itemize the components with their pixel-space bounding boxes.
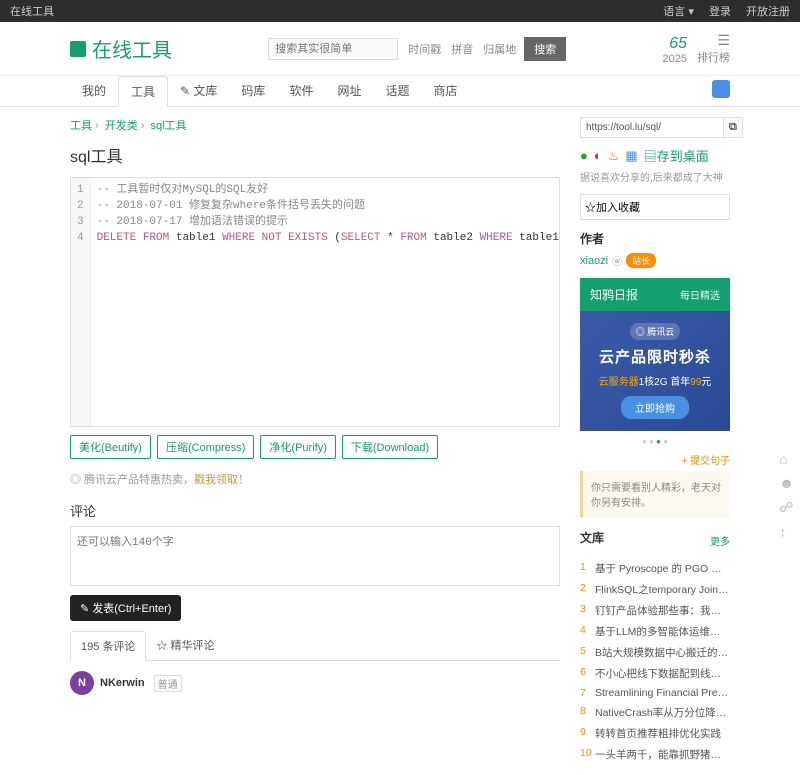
lang-menu[interactable]: 语言 ▾	[663, 6, 694, 18]
library-item[interactable]: 10一头羊两千，能靠抓野猪暴富吗	[580, 744, 730, 765]
purify-button[interactable]: 净化(Purify)	[260, 435, 335, 459]
page-title: sql工具	[70, 143, 560, 167]
library-item[interactable]: 3钉钉产品体验那些事：我们没有写好的...	[580, 600, 730, 621]
nav-topics[interactable]: 话题	[373, 76, 421, 106]
author-badge: 站长	[626, 253, 656, 268]
tool-count: 65	[663, 35, 687, 53]
comments-title: 评论	[70, 501, 560, 520]
weibo-icon[interactable]: ◐	[594, 148, 602, 163]
comment-textarea[interactable]	[70, 526, 560, 586]
quick-link-location[interactable]: 归属地	[483, 41, 516, 57]
nav-mine[interactable]: 我的	[70, 76, 118, 106]
beautify-button[interactable]: 美化(Beutify)	[70, 435, 151, 459]
nav-tools[interactable]: 工具	[118, 76, 168, 107]
float-wechat-icon[interactable]: ☻	[779, 475, 794, 491]
library-item[interactable]: 8NativeCrash率从万分位降到十万分位...	[580, 702, 730, 723]
library-item[interactable]: 9转转首页推荐粗排优化实践	[580, 723, 730, 744]
library-item[interactable]: 4基于LLM的多智能体运维故障根因分析	[580, 621, 730, 642]
author-title: 作者	[580, 230, 730, 247]
hot-icon[interactable]: ♨	[608, 148, 620, 164]
ad-banner[interactable]: ◎ 腾讯云 云产品限时秒杀 云服务器1核2G 首年99元 立即抢购	[580, 311, 730, 431]
nav-sites[interactable]: 网址	[325, 76, 373, 106]
favorite-button[interactable]: ☆加入收藏	[580, 194, 730, 220]
code-content[interactable]: -- 工具暂时仅对MySQL的SQL友好 -- 2018-07-01 修复复杂w…	[91, 178, 559, 426]
library-item[interactable]: 1基于 Pyroscope 的 PGO 最佳实践	[580, 558, 730, 579]
ad-button[interactable]: 立即抢购	[621, 396, 689, 419]
float-home-icon[interactable]: ⌂	[779, 451, 794, 467]
logo[interactable]: 在线工具	[70, 34, 172, 63]
register-link[interactable]: 开放注册	[746, 6, 790, 18]
user-badge: 普通	[154, 675, 182, 692]
search-button[interactable]: 搜索	[524, 37, 566, 61]
nav-library[interactable]: ✎ 文库	[168, 76, 229, 106]
comment-username[interactable]: NKerwin	[100, 677, 145, 689]
copy-button[interactable]: ⧉	[724, 117, 743, 138]
login-link[interactable]: 登录	[709, 6, 731, 18]
line-gutter: 1234	[71, 178, 91, 426]
site-name: 在线工具	[10, 3, 54, 19]
comment-tab-all[interactable]: 195 条评论	[70, 631, 146, 661]
quick-link-timestamp[interactable]: 时间戳	[408, 41, 441, 57]
promo-text: ◎ 腾讯云产品特惠热卖，戳我领取！	[70, 471, 560, 487]
wiki-icon: ⓦ	[612, 253, 622, 268]
rank-label[interactable]: 排行榜	[697, 49, 730, 65]
comment-row: N NKerwin 普通	[70, 671, 560, 695]
library-title: 文库	[580, 529, 604, 546]
avatar[interactable]: N	[70, 671, 94, 695]
float-top-icon[interactable]: ↑	[779, 524, 794, 540]
save-desktop[interactable]: ▤存到桌面	[644, 146, 709, 165]
carousel-dots[interactable]: ● ● ● ●	[580, 431, 730, 452]
promo-link[interactable]: 戳我领取	[194, 474, 238, 486]
submit-sentence[interactable]: + 提交句子	[580, 452, 730, 467]
nav-software[interactable]: 软件	[277, 76, 325, 106]
nav-shop[interactable]: 商店	[421, 76, 469, 106]
library-item[interactable]: 6不小心把线下数据配到线上？试试它	[580, 663, 730, 684]
breadcrumb: 工具› 开发类› sql工具	[70, 117, 560, 133]
share-desc: 据说喜欢分享的,后来都成了大神	[580, 169, 730, 184]
logo-icon	[70, 41, 86, 57]
library-item[interactable]: 7Streamlining Financial Precision: ...	[580, 684, 730, 702]
year-label: 2025	[663, 53, 687, 65]
compress-button[interactable]: 压缩(Compress)	[157, 435, 254, 459]
sql-editor[interactable]: 1234 -- 工具暂时仅对MySQL的SQL友好 -- 2018-07-01 …	[70, 177, 560, 427]
library-more[interactable]: 更多	[710, 533, 730, 548]
chat-icon[interactable]	[712, 80, 730, 98]
daily-header[interactable]: 知鸦日报 每日精选	[580, 278, 730, 311]
quick-link-pinyin[interactable]: 拼音	[451, 41, 473, 57]
url-input[interactable]	[580, 117, 724, 138]
publish-button[interactable]: ✎ 发表(Ctrl+Enter)	[70, 595, 181, 621]
float-share-icon[interactable]: ☍	[779, 499, 794, 516]
download-button[interactable]: 下载(Download)	[342, 435, 438, 459]
comment-tab-featured[interactable]: ☆ 精华评论	[146, 631, 224, 660]
author-name[interactable]: xiaozi	[580, 255, 608, 267]
library-item[interactable]: 5B站大规模数据中心搬迁的挑战与实践	[580, 642, 730, 663]
library-item[interactable]: 2FlinkSQL之temporary Join开发	[580, 579, 730, 600]
qr-icon[interactable]: ▦	[625, 148, 637, 164]
search-input[interactable]	[268, 38, 398, 60]
rank-icon[interactable]: ☰	[697, 32, 730, 49]
nav-code[interactable]: 码库	[229, 76, 277, 106]
quote-box: 你只需要看别人精彩，老天对你另有安排。	[580, 471, 730, 517]
wechat-icon[interactable]: ●	[580, 148, 588, 163]
